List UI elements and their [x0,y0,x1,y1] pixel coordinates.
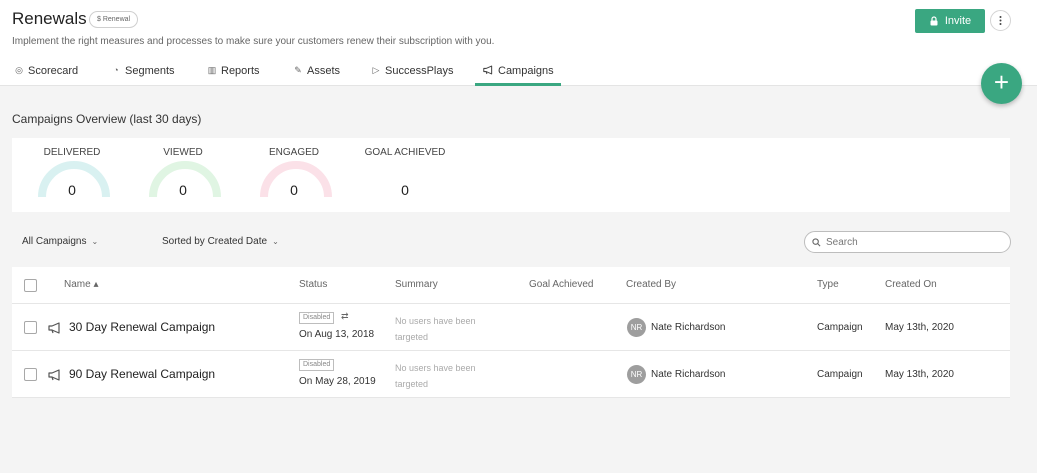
summary-text: No users have been targeted [395,316,476,342]
status-date: On May 28, 2019 [299,376,376,387]
megaphone-icon [483,65,493,75]
column-summary: Summary [395,279,438,290]
lock-icon [930,16,938,26]
scorecard-icon: ◎ [15,65,23,75]
status-badge: Disabled [299,359,335,371]
campaign-name[interactable]: 90 Day Renewal Campaign [69,367,215,381]
tab-label: Assets [307,65,341,77]
stat-value: 0 [179,182,187,198]
chevron-down-icon: ⌄ [272,237,279,246]
select-all-checkbox[interactable] [24,279,37,292]
row-checkbox[interactable] [24,321,37,334]
column-type: Type [817,279,839,290]
campaign-filter-dropdown[interactable]: All Campaigns ⌄ [22,236,98,247]
status-badge: Disabled [299,312,335,324]
successplays-icon: ▷ [372,65,380,75]
tab-label: Reports [221,65,260,77]
avatar: NR [627,318,646,337]
stat-engaged: ENGAGED 0 [249,138,339,212]
avatar: NR [627,365,646,384]
created-by: Nate Richardson [651,322,726,333]
stat-delivered: DELIVERED 0 [27,138,117,212]
search-icon [812,237,821,246]
segments-icon: ◔ [113,65,119,75]
renewal-badge: $ Renewal [89,11,139,28]
tab-label: Segments [125,65,175,77]
tab-campaigns[interactable]: Campaigns [475,60,561,86]
column-goal-achieved: Goal Achieved [529,279,594,290]
page-title: Renewals [12,9,87,28]
created-on: May 13th, 2020 [885,322,954,333]
page-header: Renewals $ Renewal Implement the right m… [0,0,1037,86]
chevron-down-icon: ⌄ [91,237,99,246]
megaphone-icon [48,322,60,334]
stat-value: 0 [290,182,298,198]
campaign-name[interactable]: 30 Day Renewal Campaign [69,320,215,334]
column-created-by: Created By [626,279,677,290]
status-date: On Aug 13, 2018 [299,329,375,340]
tab-assets[interactable]: ✎ Assets [293,60,340,86]
tab-successplays[interactable]: ▷ SuccessPlays [371,60,454,86]
table-row[interactable]: 90 Day Renewal Campaign Disabled On May … [12,351,1010,398]
invite-label: Invite [944,15,972,27]
tab-scorecard[interactable]: ◎ Scorecard [14,60,78,86]
column-name[interactable]: Name ▴ [64,279,98,290]
sort-label: Sorted by Created Date [162,236,268,247]
campaigns-table: Name ▴ Status Summary Goal Achieved Crea… [12,267,1010,398]
column-created-on: Created On [885,279,937,290]
tab-reports[interactable]: ▥ Reports [207,60,260,86]
recurring-icon: ⇄ [341,311,349,321]
column-status: Status [299,279,328,290]
campaign-type: Campaign [817,369,863,380]
created-on: May 13th, 2020 [885,369,954,380]
stat-viewed: VIEWED 0 [138,138,228,212]
page-subtitle: Implement the right measures and process… [12,36,495,47]
search-box [804,231,1011,253]
add-campaign-button[interactable]: + [981,63,1022,104]
megaphone-icon [48,369,60,381]
assets-icon: ✎ [294,65,302,75]
sort-dropdown[interactable]: Sorted by Created Date ⌄ [162,236,279,247]
campaign-filter-label: All Campaigns [22,236,87,247]
stat-value: 0 [401,182,409,198]
overview-title: Campaigns Overview (last 30 days) [12,112,202,126]
table-header: Name ▴ Status Summary Goal Achieved Crea… [12,267,1010,304]
vertical-dots-icon [999,16,1002,25]
created-by: Nate Richardson [651,369,726,380]
tab-label: SuccessPlays [385,65,454,77]
stat-label: VIEWED [163,147,203,158]
stat-label: GOAL ACHIEVED [364,147,446,158]
tab-label: Campaigns [498,65,554,77]
campaign-type: Campaign [817,322,863,333]
tab-label: Scorecard [28,65,79,77]
stats-panel: DELIVERED 0 VIEWED 0 ENGAGED 0 GOAL ACHI… [12,138,1010,212]
stat-label: DELIVERED [43,147,101,158]
summary-text: No users have been targeted [395,363,476,389]
stat-label: ENGAGED [268,147,319,158]
table-row[interactable]: 30 Day Renewal Campaign Disabled ⇄ On Au… [12,304,1010,351]
row-checkbox[interactable] [24,368,37,381]
stat-value: 0 [68,182,76,198]
search-input[interactable] [826,236,996,248]
invite-button[interactable]: Invite [915,9,985,33]
reports-icon: ▥ [207,65,217,75]
stat-goal-achieved: GOAL ACHIEVED 0 [360,138,450,212]
more-options-button[interactable] [990,10,1011,31]
tab-segments[interactable]: ◔ Segments [111,60,175,86]
